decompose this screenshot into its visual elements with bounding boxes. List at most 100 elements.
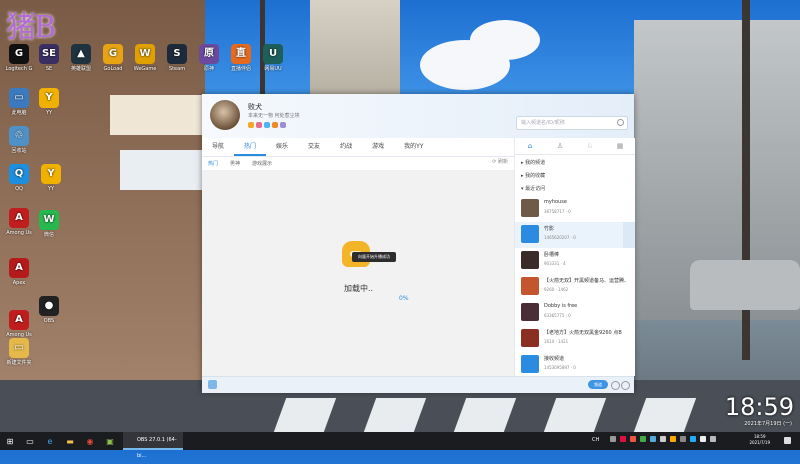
tray-icon[interactable] [710, 436, 716, 442]
user-badge-icon[interactable] [264, 122, 270, 128]
desktop-icon[interactable]: Y YY [30, 88, 68, 116]
message-icon[interactable] [621, 381, 630, 390]
tray-icon[interactable] [660, 436, 666, 442]
channel-button[interactable]: 频道 [588, 380, 608, 389]
search-icon[interactable] [617, 119, 624, 126]
app-icon[interactable]: ▣ [104, 435, 116, 447]
tray-icon[interactable] [640, 436, 646, 442]
tab-item[interactable]: 我的YY [394, 138, 433, 156]
building-mid [310, 0, 400, 94]
tray-icon[interactable] [630, 436, 636, 442]
tab-item[interactable]: 交友 [298, 138, 330, 156]
desktop-icon-glyph: W [135, 44, 155, 64]
desktop-icon[interactable]: A Apex [0, 258, 38, 286]
room-list-item[interactable]: 竹影 1465620207 · 0 [515, 222, 635, 248]
notification-icon[interactable] [784, 437, 791, 444]
obs-task-button[interactable]: OBS 27.0.1 (64-bi... [123, 432, 183, 459]
tree-node[interactable]: ▸ 我的频道 [521, 157, 635, 170]
desktop-icon-glyph: U [263, 44, 283, 64]
sidebar-tab-icon[interactable]: ▦ [605, 138, 635, 154]
tray-icon[interactable] [620, 436, 626, 442]
tray-icon[interactable] [690, 436, 696, 442]
user-badge-icon[interactable] [280, 122, 286, 128]
chrome-icon[interactable]: ◉ [84, 435, 96, 447]
room-list-item[interactable]: 【火箭无双】开黑频道备马、运营腾、 9260 · 1462 [515, 274, 635, 300]
task-view-icon[interactable]: ▭ [24, 435, 36, 447]
search-input[interactable]: 输入频道名/ID/昵称 [516, 116, 628, 130]
taskbar: ⊞ ▭ e ▬ ◉ ▣ OBS 27.0.1 (64-bi... CH 18:5… [0, 432, 800, 459]
refresh-button[interactable]: ⟳ 刷新 [492, 158, 508, 165]
shop-sign-blue [120, 150, 205, 190]
desktop-icon-label: YY [45, 110, 53, 116]
ime-indicator[interactable]: CH [592, 437, 599, 443]
start-icon[interactable]: ⊞ [4, 435, 16, 447]
tab-item[interactable]: 约战 [330, 138, 362, 156]
room-thumbnail [521, 329, 539, 347]
tree-node[interactable]: ▸ 我的收藏 [521, 170, 635, 183]
room-meta: 36758717 · 0 [544, 209, 571, 214]
room-title: 卧槽棒 [544, 252, 560, 258]
tray-icon[interactable] [650, 436, 656, 442]
refresh-label: 刷新 [497, 159, 508, 165]
desktop-icon-label: Apex [12, 280, 26, 286]
desktop-icon-glyph: ▭ [9, 88, 29, 108]
user-badge-icon[interactable] [248, 122, 254, 128]
edit-icon[interactable] [623, 222, 635, 248]
car [690, 260, 800, 310]
room-meta: 903331 · 4 [544, 261, 566, 266]
tree-node[interactable]: ▾ 最近访问 [521, 183, 635, 196]
room-list-item[interactable]: 卧槽棒 903331 · 4 [515, 248, 635, 274]
avatar[interactable] [210, 100, 240, 130]
desktop-icon[interactable]: ● OBS [30, 296, 68, 324]
yy-logo-icon[interactable] [208, 380, 217, 389]
user-badges [248, 122, 286, 128]
desktop-icon-glyph: A [9, 208, 29, 228]
subtab-item[interactable]: 男神 [224, 160, 246, 167]
user-badge-icon[interactable] [272, 122, 278, 128]
subtab-item[interactable]: 游戏展示 [246, 160, 278, 167]
desktop-icon[interactable]: Y YY [32, 164, 70, 192]
desktop-icon[interactable]: W 微信 [30, 210, 68, 238]
desktop-icon[interactable]: U 网易UU [254, 44, 292, 72]
window-footer: 频道 [202, 376, 634, 393]
desktop-icon[interactable]: ▭ 新建文件夹 [0, 338, 38, 366]
desktop-icon[interactable]: ♲ 回收站 [0, 126, 38, 154]
loading-progress: 0% [399, 295, 409, 302]
user-signature[interactable]: 本来无一物 何处惹尘埃 [248, 112, 300, 119]
room-list-item[interactable]: 接收频道 1453095897 · 0 [515, 352, 635, 378]
tray-icon[interactable] [680, 436, 686, 442]
desktop-icon-glyph: ▲ [71, 44, 91, 64]
settings-icon[interactable] [611, 381, 620, 390]
sidebar-tab-icon[interactable]: ♙ [545, 138, 575, 154]
tray-icon[interactable] [610, 436, 616, 442]
edge-icon[interactable]: e [44, 435, 56, 447]
tab-item[interactable]: 游戏 [362, 138, 394, 156]
tray-icon[interactable] [670, 436, 676, 442]
desktop-icon-glyph: W [39, 210, 59, 230]
tray-icon[interactable] [700, 436, 706, 442]
room-list-item[interactable]: Dobby is free 63365775 · 0 [515, 300, 635, 326]
tree-node-label: 我的频道 [525, 160, 546, 166]
desktop-icon-glyph: A [9, 310, 29, 330]
room-meta: 63365775 · 0 [544, 313, 571, 318]
user-badge-icon[interactable] [256, 122, 262, 128]
tab-item[interactable]: 娱乐 [266, 138, 298, 156]
tray-clock[interactable]: 18:59 2021/7/19 [749, 434, 770, 446]
room-meta: 9260 · 1462 [544, 287, 569, 292]
room-list-item[interactable]: 【老地方】火箭无双黑金9260 点B 1614 · 1421 [515, 326, 635, 352]
cloud [470, 20, 540, 60]
sidebar-tab-icon[interactable]: ⌂ [515, 138, 545, 154]
sidebar-tabs: ⌂ ♙ ♘ ▦ [515, 138, 635, 155]
tab-item[interactable]: 热门 [234, 138, 267, 156]
subtab-item[interactable]: 热门 [202, 160, 224, 167]
desktop-icon-glyph: A [9, 258, 29, 278]
folder-icon[interactable]: ▬ [64, 435, 76, 447]
desktop-icon-label: OBS [43, 318, 55, 324]
recent-rooms: myhouse 36758717 · 0 竹影 1465620207 · 0 卧槽棒 90… [515, 196, 635, 378]
tab-item[interactable]: 导航 [202, 138, 234, 156]
room-list-item[interactable]: myhouse 36758717 · 0 [515, 196, 635, 222]
loading-text: 加载中.. [344, 284, 374, 293]
sidebar-tab-icon[interactable]: ♘ [575, 138, 605, 154]
desktop-icon-glyph: G [9, 44, 29, 64]
desktop-icon-label: 回收站 [11, 148, 27, 154]
